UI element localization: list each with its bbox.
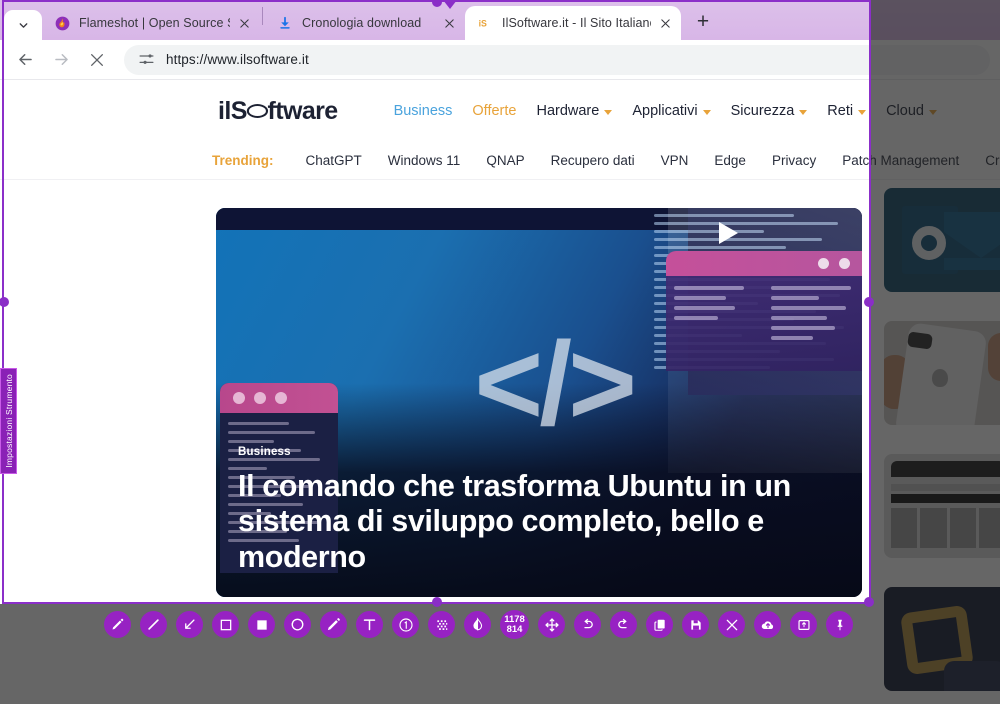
page-layer: Flameshot | Open Source Scree bbox=[0, 0, 1000, 704]
hero-text-block: Business Il comando che trasforma Ubuntu… bbox=[238, 446, 836, 575]
download-icon bbox=[277, 15, 293, 31]
browser-window: Flameshot | Open Source Scree bbox=[0, 0, 1000, 704]
tab-title: Flameshot | Open Source Scree bbox=[79, 16, 230, 30]
trending-item-privacy[interactable]: Privacy bbox=[772, 153, 816, 168]
counter-tool-button[interactable] bbox=[392, 611, 419, 638]
marker-tool-button[interactable] bbox=[320, 611, 347, 638]
move-tool-button[interactable] bbox=[538, 611, 565, 638]
svg-text:iS: iS bbox=[479, 19, 487, 29]
close-icon[interactable] bbox=[657, 15, 673, 31]
tab-title: IlSoftware.it - Il Sito Italiano sul bbox=[502, 16, 651, 30]
tab-divider bbox=[262, 7, 263, 25]
arrow-tool-button[interactable] bbox=[176, 611, 203, 638]
decor-window-right bbox=[666, 250, 862, 371]
nav-label: Business bbox=[393, 103, 453, 119]
open-app-tool-button[interactable] bbox=[790, 611, 817, 638]
new-tab-button[interactable]: + bbox=[689, 8, 717, 36]
browser-tab-flameshot[interactable]: Flameshot | Open Source Scree bbox=[42, 6, 260, 40]
hero-decor-topbar bbox=[216, 208, 695, 230]
chevron-down-icon bbox=[604, 109, 613, 115]
ilsoftware-icon: iS bbox=[477, 15, 493, 31]
pencil-tool-button[interactable] bbox=[104, 611, 131, 638]
trending-item-edge[interactable]: Edge bbox=[714, 153, 746, 168]
nav-item-hardware[interactable]: Hardware bbox=[536, 103, 613, 119]
nav-item-reti[interactable]: Reti bbox=[827, 103, 867, 119]
selection-top-nub bbox=[443, 0, 457, 9]
site-settings-icon[interactable] bbox=[138, 51, 155, 68]
play-icon[interactable] bbox=[710, 216, 746, 250]
dim-overlay-right bbox=[871, 0, 1000, 604]
nav-label: Offerte bbox=[472, 103, 517, 119]
flameshot-toolbar: 1178 814 bbox=[104, 610, 853, 639]
pin-tool-button[interactable] bbox=[826, 611, 853, 638]
nav-item-applicativi[interactable]: Applicativi bbox=[632, 103, 711, 119]
chevron-down-icon bbox=[799, 109, 808, 115]
save-tool-button[interactable] bbox=[682, 611, 709, 638]
trending-item-chatgpt[interactable]: ChatGPT bbox=[306, 153, 362, 168]
cloud-upload-tool-button[interactable] bbox=[754, 611, 781, 638]
trending-label: Trending: bbox=[212, 153, 274, 168]
tab-title: Cronologia download bbox=[302, 16, 422, 30]
hero-article-card[interactable]: </> Business Il comando che trasforma Ub… bbox=[216, 208, 862, 597]
main-navigation: Business Offerte Hardware Applicativi Si… bbox=[394, 103, 937, 119]
redo-tool-button[interactable] bbox=[610, 611, 637, 638]
screen-root: Flameshot | Open Source Scree bbox=[0, 0, 1000, 704]
close-icon[interactable] bbox=[236, 15, 252, 31]
nav-label: Hardware bbox=[536, 103, 600, 119]
trending-item-vpn[interactable]: VPN bbox=[661, 153, 689, 168]
tab-list-chevron-icon[interactable] bbox=[4, 10, 42, 40]
arrow-left-icon[interactable] bbox=[10, 45, 40, 75]
nav-label: Sicurezza bbox=[730, 103, 795, 119]
trending-item-recupero-dati[interactable]: Recupero dati bbox=[551, 153, 635, 168]
tool-settings-label: Impostazioni Strumento bbox=[3, 374, 14, 468]
flameshot-icon bbox=[54, 15, 70, 31]
selection-height: 814 bbox=[506, 623, 523, 635]
hero-title[interactable]: Il comando che trasforma Ubuntu in un si… bbox=[238, 469, 836, 575]
tab-strip: Flameshot | Open Source Scree bbox=[0, 0, 1000, 40]
trending-item-windows11[interactable]: Windows 11 bbox=[388, 153, 461, 168]
content-wrap: </> Business Il comando che trasforma Ub… bbox=[0, 180, 1000, 597]
undo-tool-button[interactable] bbox=[574, 611, 601, 638]
selection-size-indicator: 1178 814 bbox=[500, 610, 529, 639]
pixelate-tool-button[interactable] bbox=[428, 611, 455, 638]
text-tool-button[interactable] bbox=[356, 611, 383, 638]
site-header: ilS⬭ftware Business Offerte Hardware App… bbox=[0, 80, 1000, 142]
browser-tab-downloads[interactable]: Cronologia download bbox=[265, 6, 465, 40]
invert-tool-button[interactable] bbox=[464, 611, 491, 638]
trending-bar: Trending: ChatGPT Windows 11 QNAP Recupe… bbox=[0, 142, 1000, 180]
rectangle-outline-tool-button[interactable] bbox=[212, 611, 239, 638]
url-toolbar: https://www.ilsoftware.it bbox=[0, 40, 1000, 80]
circle-tool-button[interactable] bbox=[284, 611, 311, 638]
nav-item-offerte[interactable]: Offerte bbox=[472, 103, 516, 119]
nav-label: Reti bbox=[827, 103, 854, 119]
site-logo[interactable]: ilS⬭ftware bbox=[218, 97, 338, 126]
nav-label: Applicativi bbox=[632, 103, 698, 119]
rectangle-fill-tool-button[interactable] bbox=[248, 611, 275, 638]
arrow-right-icon[interactable] bbox=[46, 45, 76, 75]
nav-item-sicurezza[interactable]: Sicurezza bbox=[731, 103, 808, 119]
url-text[interactable]: https://www.ilsoftware.it bbox=[166, 52, 309, 67]
stop-loading-icon[interactable] bbox=[82, 45, 112, 75]
tool-settings-tab[interactable]: Impostazioni Strumento bbox=[0, 368, 17, 474]
close-tool-button[interactable] bbox=[718, 611, 745, 638]
hero-category[interactable]: Business bbox=[238, 446, 836, 458]
chevron-down-icon bbox=[702, 109, 711, 115]
address-bar[interactable]: https://www.ilsoftware.it bbox=[124, 44, 990, 75]
nav-item-business[interactable]: Business bbox=[394, 103, 453, 119]
chevron-down-icon bbox=[858, 109, 867, 115]
code-brackets-icon: </> bbox=[474, 317, 637, 450]
browser-tab-ilsoftware[interactable]: iS IlSoftware.it - Il Sito Italiano sul bbox=[465, 6, 681, 40]
copy-tool-button[interactable] bbox=[646, 611, 673, 638]
trending-item-qnap[interactable]: QNAP bbox=[486, 153, 524, 168]
close-icon[interactable] bbox=[441, 15, 457, 31]
line-tool-button[interactable] bbox=[140, 611, 167, 638]
